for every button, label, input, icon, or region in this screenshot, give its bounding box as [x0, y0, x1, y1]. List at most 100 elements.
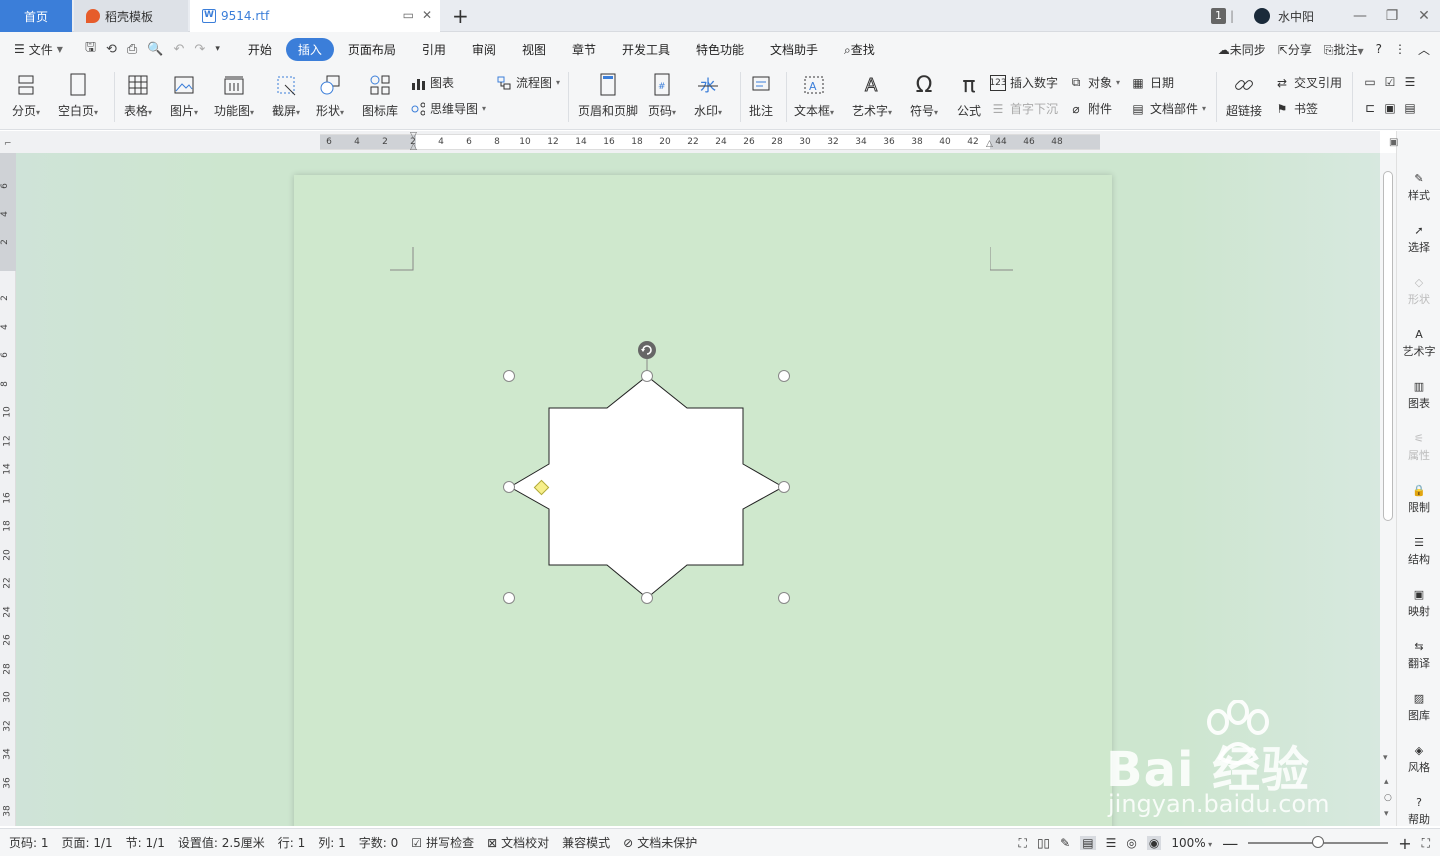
function-chart-button[interactable]: 功能图▾	[214, 66, 254, 119]
fit-window-icon[interactable]: ⛶	[1422, 836, 1430, 851]
formula-button[interactable]: π 公式	[956, 66, 982, 119]
eight-point-star-shape[interactable]	[508, 375, 785, 599]
more-icon[interactable]: ⋮	[1394, 42, 1406, 56]
collapse-ribbon-icon[interactable]: ︿	[1418, 41, 1430, 58]
sidebar-item-lock[interactable]: 🔒 限制	[1397, 481, 1440, 515]
table-button[interactable]: 表格▾	[124, 66, 152, 119]
print-preview-icon[interactable]: 🔍	[147, 42, 163, 57]
zoom-level[interactable]: 100% ▾	[1171, 836, 1212, 850]
horizontal-ruler[interactable]: ⌐ 6 4 2 2 4 6 8 10 12 14 16 18 20 22 24 26 28 30 32 34 36 38 4…	[0, 131, 1380, 153]
status-section[interactable]: 节: 1/1	[126, 834, 165, 851]
first-indent-marker[interactable]: ▽	[410, 131, 417, 141]
protect-button[interactable]: ⊘ 文档未保护	[623, 834, 697, 851]
pane-toggle-icon[interactable]: ▣	[1389, 137, 1398, 148]
drop-cap-button[interactable]: ☰ 首字下沉	[990, 100, 1058, 117]
picture-button[interactable]: 图片▾	[170, 66, 198, 119]
minimize-icon[interactable]: —	[1344, 8, 1376, 24]
sidebar-item-translate[interactable]: ⇆ 翻译	[1397, 637, 1440, 671]
web-view-icon[interactable]: ◎	[1126, 836, 1136, 850]
annotate-button[interactable]: ⎘批注▼	[1324, 41, 1364, 58]
resize-handle-top[interactable]	[641, 370, 653, 382]
attachment-button[interactable]: ⌀ 附件	[1068, 100, 1112, 117]
close-window-icon[interactable]: ✕	[1408, 8, 1440, 24]
outline-view-icon[interactable]: ☰	[1106, 836, 1117, 850]
search-button[interactable]: ⌕查找	[832, 38, 887, 61]
sidebar-item-sliders[interactable]: ⚟ 属性	[1397, 429, 1440, 463]
eye-protect-icon[interactable]: ◉	[1146, 836, 1162, 850]
zoom-slider[interactable]	[1248, 836, 1389, 848]
resize-handle-right[interactable]	[778, 481, 790, 493]
icon-library-button[interactable]: 图标库	[362, 66, 398, 119]
share-button[interactable]: ⇱分享	[1278, 41, 1312, 58]
fullscreen-icon[interactable]: ⛶	[1019, 836, 1027, 851]
sidebar-item-shape[interactable]: ◇ 形状	[1397, 273, 1440, 307]
sidebar-item-cursor[interactable]: ➚ 选择	[1397, 221, 1440, 255]
document-canvas[interactable]	[16, 153, 1380, 826]
screenshot-button[interactable]: 截屏▾	[272, 66, 300, 119]
menu-view[interactable]: 视图	[510, 38, 558, 61]
zoom-slider-knob[interactable]	[1312, 836, 1325, 848]
zoom-in-icon[interactable]: +	[1398, 834, 1411, 853]
write-mode-icon[interactable]: ✎	[1060, 836, 1070, 850]
page-view-icon[interactable]: ▤	[1080, 836, 1096, 850]
zoom-out-icon[interactable]: —	[1222, 834, 1238, 853]
sidebar-item-brush[interactable]: ✎ 样式	[1397, 169, 1440, 203]
status-row[interactable]: 行: 1	[278, 834, 306, 851]
status-col[interactable]: 列: 1	[318, 834, 346, 851]
shape-button[interactable]: 形状▾	[316, 66, 344, 119]
status-setting[interactable]: 设置值: 2.5厘米	[178, 834, 265, 851]
header-footer-button[interactable]: 页眉和页脚	[578, 66, 638, 119]
menu-page-layout[interactable]: 页面布局	[336, 38, 408, 61]
window-count-badge[interactable]: 1	[1210, 8, 1226, 24]
comment-button[interactable]: 批注	[748, 66, 774, 119]
menu-chapter[interactable]: 章节	[560, 38, 608, 61]
symbol-button[interactable]: Ω 符号▾	[910, 66, 938, 119]
menu-features[interactable]: 特色功能	[684, 38, 756, 61]
resize-handle-bottom-left[interactable]	[503, 592, 515, 604]
scroll-down-icon[interactable]: ▾	[1383, 753, 1388, 763]
cross-reference-button[interactable]: ⇄ 交叉引用	[1274, 74, 1342, 91]
status-word-count[interactable]: 字数: 0	[359, 834, 399, 851]
sidebar-item-wordart[interactable]: A 艺术字	[1397, 325, 1440, 359]
menu-start[interactable]: 开始	[236, 38, 284, 61]
tab-document[interactable]: W 9514.rtf ▭ ✕	[190, 0, 440, 32]
wordart-button[interactable]: A 艺术字▾	[852, 66, 892, 119]
hanging-indent-marker[interactable]: △	[410, 142, 417, 152]
menu-developer[interactable]: 开发工具	[610, 38, 682, 61]
ribbon-extra-bottom[interactable]: ⊏ ▣ ▤	[1362, 100, 1418, 116]
chart-button[interactable]: 图表	[410, 74, 454, 91]
right-indent-marker[interactable]: △	[986, 139, 993, 149]
watermark-button[interactable]: 水 水印▾	[694, 66, 722, 119]
hyperlink-button[interactable]: 超链接	[1226, 66, 1262, 119]
menu-review[interactable]: 审阅	[460, 38, 508, 61]
object-button[interactable]: ⧉ 对象 ▾	[1068, 74, 1120, 91]
textbox-button[interactable]: A 文本框▾	[794, 66, 834, 119]
sidebar-item-gallery[interactable]: ▨ 图库	[1397, 689, 1440, 723]
mindmap-button[interactable]: 思维导图 ▾	[410, 100, 486, 117]
print-icon[interactable]: ⎙	[127, 42, 137, 57]
sidebar-item-chart[interactable]: ▥ 图表	[1397, 377, 1440, 411]
sidebar-item-help[interactable]: ? 帮助	[1397, 793, 1440, 827]
page-break-button[interactable]: 分页▾	[12, 66, 40, 119]
tab-home[interactable]: 首页	[0, 0, 72, 32]
date-button[interactable]: ▦ 日期	[1130, 74, 1174, 91]
proofread-button[interactable]: ⊠ 文档校对	[487, 834, 549, 851]
status-page[interactable]: 页面: 1/1	[62, 834, 113, 851]
bookmark-button[interactable]: ⚑ 书签	[1274, 100, 1318, 117]
scrollbar-thumb[interactable]	[1383, 171, 1393, 521]
insert-number-button[interactable]: 123 插入数字	[989, 74, 1058, 91]
avatar[interactable]	[1253, 8, 1270, 24]
next-page-icon[interactable]: ▾	[1384, 809, 1389, 819]
status-page-code[interactable]: 页码: 1	[9, 834, 49, 851]
sidebar-item-structure[interactable]: ☰ 结构	[1397, 533, 1440, 567]
redo-icon[interactable]: ↷	[194, 42, 205, 57]
page-number-button[interactable]: # 页码▾	[648, 66, 676, 119]
help-button[interactable]: ?	[1376, 42, 1382, 56]
ribbon-extra-top[interactable]: ▭ ☑ ☰	[1362, 74, 1418, 90]
customize-icon[interactable]: ▾	[215, 44, 220, 54]
doc-parts-button[interactable]: ▤ 文档部件 ▾	[1130, 100, 1206, 117]
tab-stop-icon[interactable]: ⌐	[4, 139, 12, 149]
sync-button[interactable]: ☁未同步	[1218, 41, 1266, 58]
read-mode-icon[interactable]: ▯▯	[1037, 836, 1050, 850]
sidebar-item-style[interactable]: ◈ 风格	[1397, 741, 1440, 775]
